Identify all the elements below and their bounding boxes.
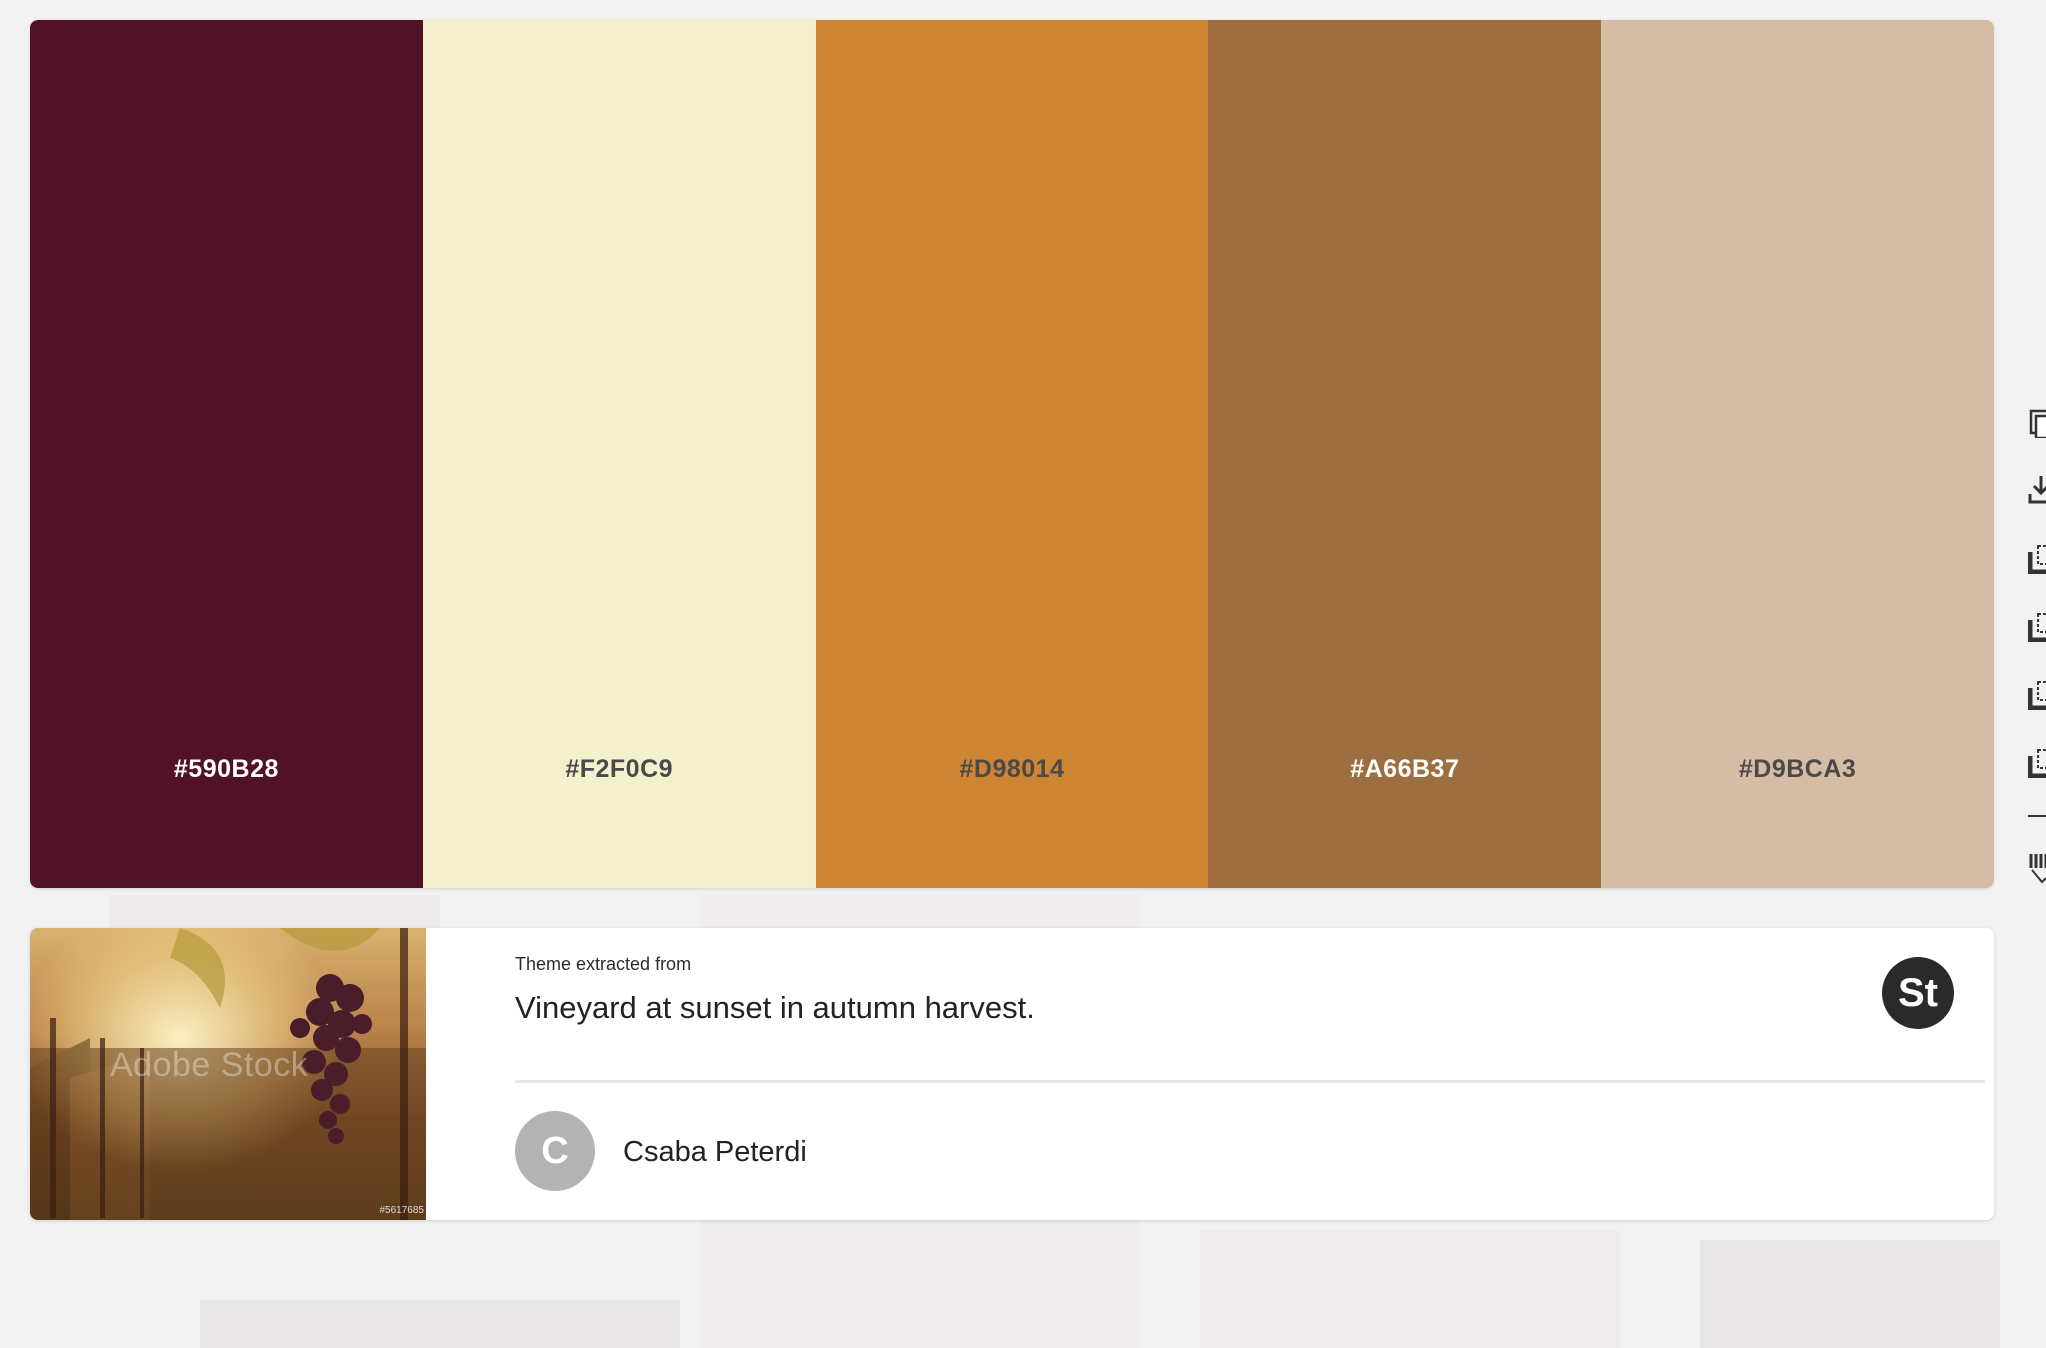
- source-title[interactable]: Vineyard at sunset in autumn harvest.: [515, 990, 1035, 1026]
- swatch-hex-label[interactable]: #A66B37: [1208, 755, 1601, 784]
- copy-icon[interactable]: [2028, 408, 2046, 438]
- swatch-hex-label[interactable]: #D9BCA3: [1601, 755, 1994, 784]
- stock-id: #5617685: [379, 1205, 425, 1216]
- author-avatar[interactable]: C: [515, 1111, 595, 1191]
- save-to-library-icon[interactable]: [2028, 748, 2046, 778]
- source-thumbnail[interactable]: Adobe Stock #5617685: [30, 928, 426, 1220]
- swatch-hex-label[interactable]: #590B28: [30, 755, 423, 784]
- swatch-2[interactable]: #F2F0C9: [422, 20, 816, 888]
- source-card: Adobe Stock #5617685 Theme extracted fro…: [30, 928, 1994, 1220]
- swatch-3[interactable]: #D98014: [815, 20, 1209, 888]
- card-divider: [515, 1080, 1985, 1083]
- sidebar-divider: [2028, 815, 2046, 817]
- author-name[interactable]: Csaba Peterdi: [623, 1136, 807, 1169]
- swatch-hex-label[interactable]: #D98014: [816, 755, 1209, 784]
- caption-prefix: Theme extracted from: [515, 954, 692, 974]
- save-to-library-icon[interactable]: [2028, 612, 2046, 642]
- adobe-stock-badge[interactable]: St: [1882, 957, 1954, 1029]
- tools-icon[interactable]: [2028, 852, 2046, 884]
- swatch-hex-label[interactable]: #F2F0C9: [423, 755, 816, 784]
- save-to-library-icon[interactable]: [2028, 680, 2046, 710]
- swatch-1[interactable]: #590B28: [30, 20, 423, 888]
- swatch-5[interactable]: #D9BCA3: [1601, 20, 1994, 888]
- color-theme-page: #590B28 #F2F0C9 #D98014 #A66B37 #D9BCA3: [0, 0, 2046, 1348]
- download-icon[interactable]: [2028, 474, 2046, 504]
- save-to-library-icon[interactable]: [2028, 544, 2046, 574]
- swatch-4[interactable]: #A66B37: [1208, 20, 1602, 888]
- adobe-stock-watermark: Adobe Stock: [110, 1046, 309, 1084]
- color-palette: #590B28 #F2F0C9 #D98014 #A66B37 #D9BCA3: [30, 20, 1994, 888]
